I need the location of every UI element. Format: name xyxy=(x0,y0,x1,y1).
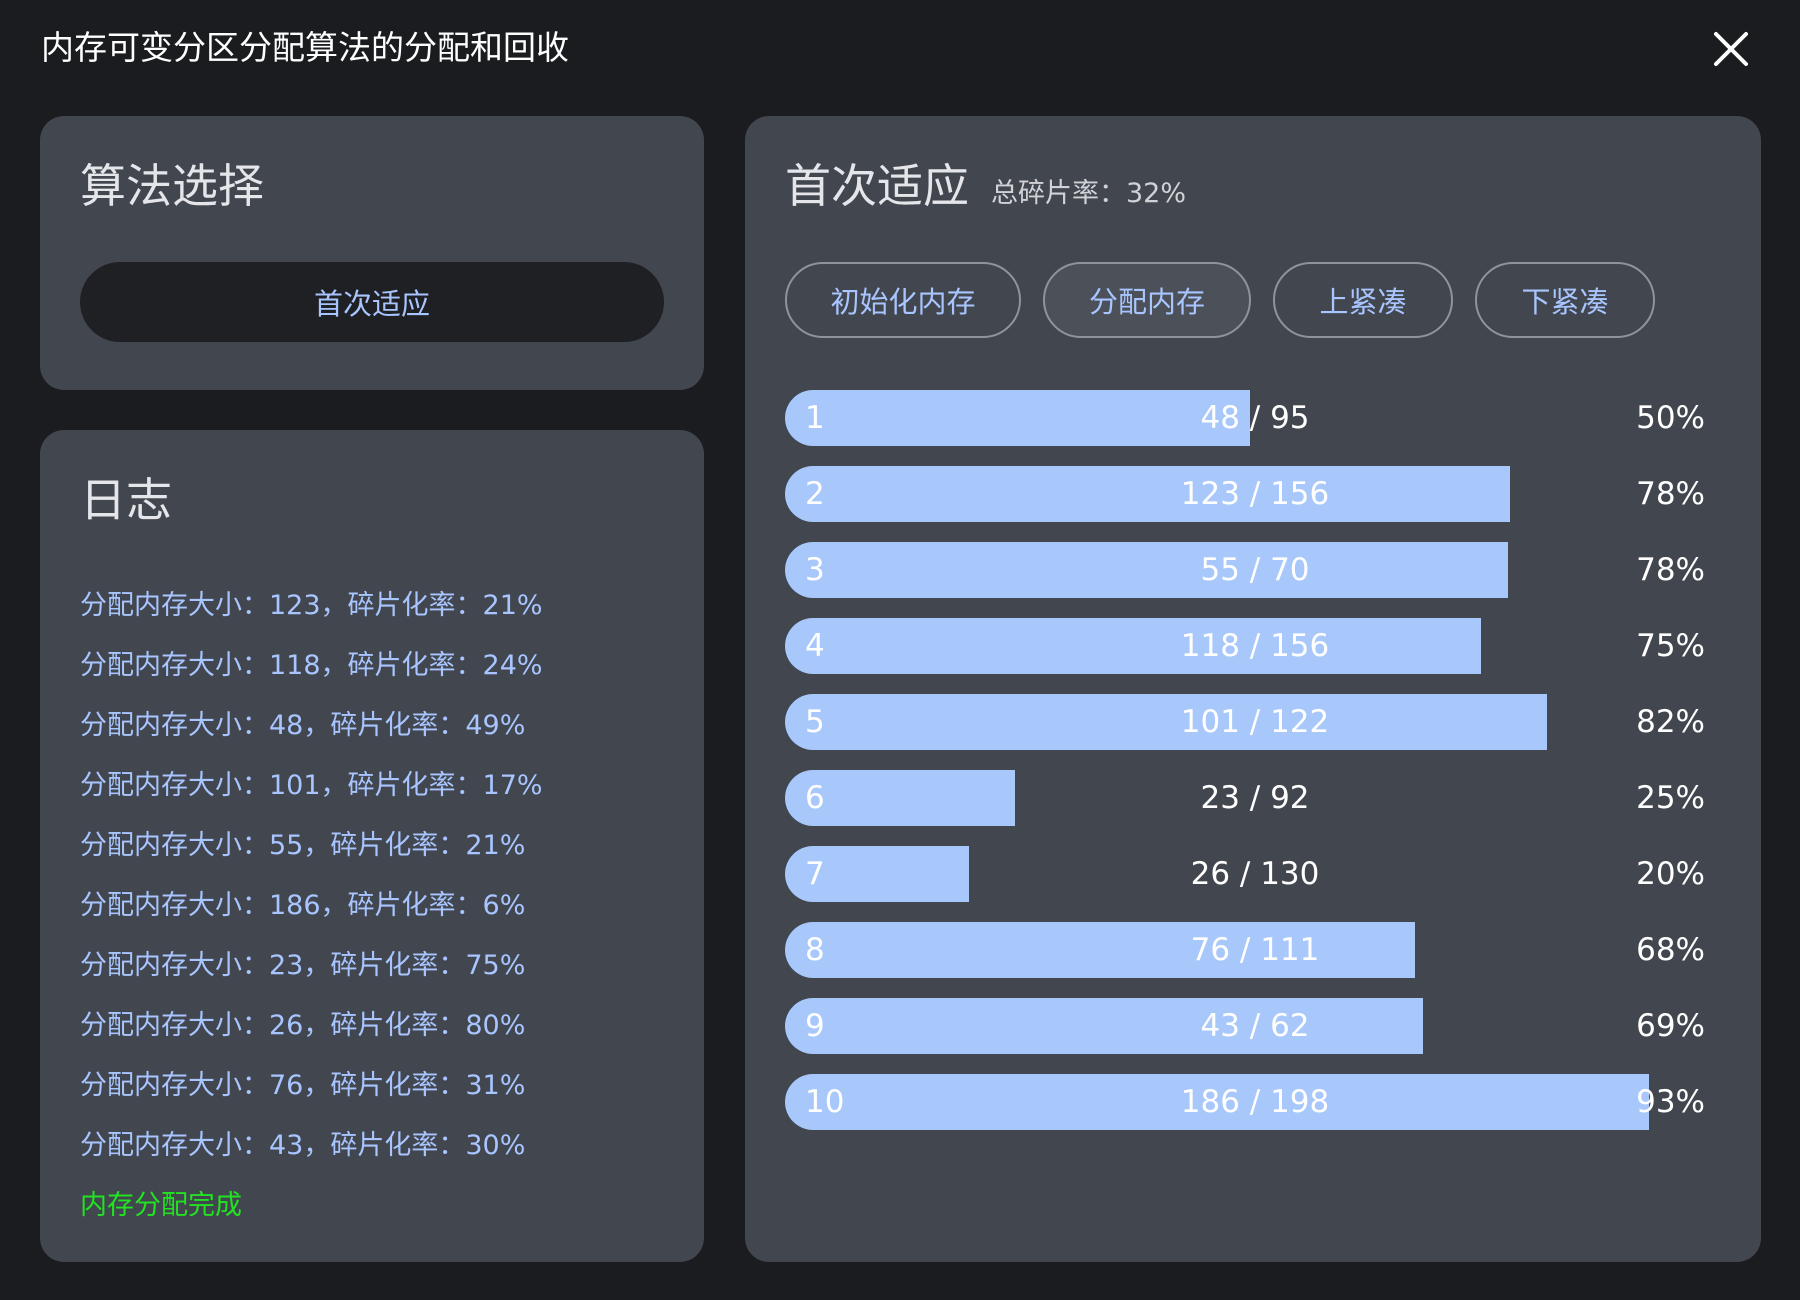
partition-row: 4 118 / 156 75% xyxy=(785,618,1705,674)
partition-row: 3 55 / 70 78% xyxy=(785,542,1705,598)
close-icon xyxy=(1714,32,1748,66)
compact-up-button[interactable]: 上紧凑 xyxy=(1273,262,1453,338)
memory-panel-header: 首次适应 总碎片率：32% xyxy=(785,158,1186,214)
window-title: 内存可变分区分配算法的分配和回收 xyxy=(41,28,569,67)
partition-percent: 25% xyxy=(1636,780,1705,816)
partition-list: 1 48 / 95 50% 2 123 / 156 78% 3 55 / 70 78% 4 118 … xyxy=(785,390,1705,1150)
action-buttons: 初始化内存 分配内存 上紧凑 下紧凑 xyxy=(785,262,1655,338)
algorithm-select[interactable]: 首次适应 xyxy=(80,262,664,342)
compact-down-button[interactable]: 下紧凑 xyxy=(1475,262,1655,338)
partition-row: 8 76 / 111 68% xyxy=(785,922,1705,978)
partition-percent: 93% xyxy=(1636,1084,1705,1120)
log-entry: 分配内存大小：26，碎片化率：80% xyxy=(80,1010,526,1041)
log-entry: 分配内存大小：55，碎片化率：21% xyxy=(80,830,526,861)
log-panel-heading: 日志 xyxy=(80,473,172,527)
partition-row: 6 23 / 92 25% xyxy=(785,770,1705,826)
memory-panel-title: 首次适应 xyxy=(785,159,969,213)
log-entry: 分配内存大小：118，碎片化率：24% xyxy=(80,650,543,681)
partition-usage: 48 / 95 xyxy=(1200,400,1310,436)
partition-percent: 50% xyxy=(1636,400,1705,436)
log-entry: 分配内存大小：23，碎片化率：75% xyxy=(80,950,526,981)
partition-usage: 118 / 156 xyxy=(1180,628,1330,664)
partition-row: 1 48 / 95 50% xyxy=(785,390,1705,446)
log-entry: 分配内存大小：76，碎片化率：31% xyxy=(80,1070,526,1101)
partition-row: 10 186 / 198 93% xyxy=(785,1074,1705,1130)
total-fragmentation: 总碎片率：32% xyxy=(991,178,1187,209)
partition-row: 7 26 / 130 20% xyxy=(785,846,1705,902)
title-bar: 内存可变分区分配算法的分配和回收 xyxy=(0,0,1800,96)
partition-usage: 76 / 111 xyxy=(1190,932,1320,968)
partition-percent: 78% xyxy=(1636,476,1705,512)
partition-percent: 75% xyxy=(1636,628,1705,664)
partition-percent: 82% xyxy=(1636,704,1705,740)
partition-usage: 186 / 198 xyxy=(1180,1084,1330,1120)
log-list: 分配内存大小：123，碎片化率：21% 分配内存大小：118，碎片化率：24% … xyxy=(80,576,680,1236)
log-entry: 分配内存大小：186，碎片化率：6% xyxy=(80,890,526,921)
log-entry: 分配内存大小：43，碎片化率：30% xyxy=(80,1130,526,1161)
close-button[interactable] xyxy=(1706,24,1756,74)
log-done-message: 内存分配完成 xyxy=(80,1190,242,1221)
algorithm-panel-heading: 算法选择 xyxy=(80,159,264,213)
log-entry: 分配内存大小：123，碎片化率：21% xyxy=(80,590,543,621)
partition-usage: 43 / 62 xyxy=(1200,1008,1310,1044)
partition-percent: 69% xyxy=(1636,1008,1705,1044)
memory-panel: 首次适应 总碎片率：32% 初始化内存 分配内存 上紧凑 下紧凑 1 48 / 9… xyxy=(745,116,1761,1262)
partition-usage: 23 / 92 xyxy=(1200,780,1310,816)
partition-percent: 78% xyxy=(1636,552,1705,588)
partition-percent: 20% xyxy=(1636,856,1705,892)
partition-usage: 101 / 122 xyxy=(1180,704,1330,740)
partition-usage: 26 / 130 xyxy=(1190,856,1320,892)
partition-usage: 55 / 70 xyxy=(1200,552,1310,588)
partition-row: 9 43 / 62 69% xyxy=(785,998,1705,1054)
partition-row: 2 123 / 156 78% xyxy=(785,466,1705,522)
log-entry: 分配内存大小：101，碎片化率：17% xyxy=(80,770,543,801)
init-memory-button[interactable]: 初始化内存 xyxy=(785,262,1021,338)
allocate-memory-button[interactable]: 分配内存 xyxy=(1043,262,1251,338)
partition-percent: 68% xyxy=(1636,932,1705,968)
algorithm-panel: 算法选择 首次适应 xyxy=(40,116,704,390)
log-panel: 日志 分配内存大小：123，碎片化率：21% 分配内存大小：118，碎片化率：2… xyxy=(40,430,704,1262)
partition-row: 5 101 / 122 82% xyxy=(785,694,1705,750)
log-entry: 分配内存大小：48，碎片化率：49% xyxy=(80,710,526,741)
partition-usage: 123 / 156 xyxy=(1180,476,1330,512)
